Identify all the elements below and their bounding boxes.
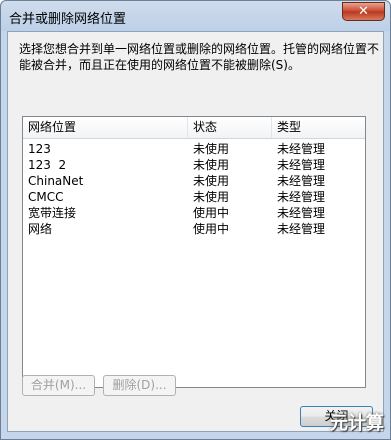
title-bar[interactable]: 合并或删除网络位置 ✕ — [1, 1, 390, 31]
location-status: 未使用 — [193, 190, 230, 204]
watermark: 元计算 — [330, 413, 384, 434]
location-name: CMCC — [28, 190, 64, 204]
list-item[interactable]: 宽带连接 使用中 未经管理 — [23, 205, 365, 221]
network-location-list[interactable]: 网络位置 状态 类型 123 未使用 未经管理 123 2 未使用 未经管理 C… — [22, 116, 366, 388]
location-status: 未使用 — [193, 158, 230, 172]
close-window-button[interactable]: ✕ — [342, 2, 385, 21]
location-name: 123 2 — [28, 158, 67, 172]
list-header: 网络位置 状态 类型 — [23, 117, 365, 139]
location-type: 未经管理 — [277, 222, 326, 236]
location-name: 网络 — [28, 222, 53, 236]
description-text: 选择您想合并到单一网络位置或删除的网络位置。托管的网络位置不能被合并，而且正在使… — [19, 42, 380, 72]
location-type: 未经管理 — [277, 158, 326, 172]
column-header-location[interactable]: 网络位置 — [23, 117, 188, 138]
list-item[interactable]: 网络 使用中 未经管理 — [23, 221, 365, 237]
location-name: 宽带连接 — [28, 206, 77, 220]
location-status: 使用中 — [193, 206, 230, 220]
list-item[interactable]: ChinaNet 未使用 未经管理 — [23, 173, 365, 189]
merge-button[interactable]: 合并(M)... — [22, 375, 95, 396]
location-status: 使用中 — [193, 222, 230, 236]
location-type: 未经管理 — [277, 206, 326, 220]
list-item[interactable]: CMCC 未使用 未经管理 — [23, 189, 365, 205]
column-header-type[interactable]: 类型 — [272, 117, 365, 138]
location-type: 未经管理 — [277, 142, 326, 156]
location-status: 未使用 — [193, 174, 230, 188]
window-title: 合并或删除网络位置 — [9, 12, 127, 27]
column-header-status[interactable]: 状态 — [188, 117, 272, 138]
dialog-body: 选择您想合并到单一网络位置或删除的网络位置。托管的网络位置不能被合并，而且正在使… — [7, 31, 384, 432]
list-item[interactable]: 123 2 未使用 未经管理 — [23, 157, 365, 173]
dialog-window: 合并或删除网络位置 ✕ 选择您想合并到单一网络位置或删除的网络位置。托管的网络位… — [0, 0, 391, 440]
delete-button[interactable]: 删除(D)... — [103, 375, 176, 396]
location-name: ChinaNet — [28, 174, 84, 188]
location-type: 未经管理 — [277, 174, 326, 188]
list-item[interactable]: 123 未使用 未经管理 — [23, 141, 365, 157]
location-name: 123 — [28, 142, 51, 156]
location-status: 未使用 — [193, 142, 230, 156]
close-icon: ✕ — [358, 4, 369, 19]
location-type: 未经管理 — [277, 190, 326, 204]
